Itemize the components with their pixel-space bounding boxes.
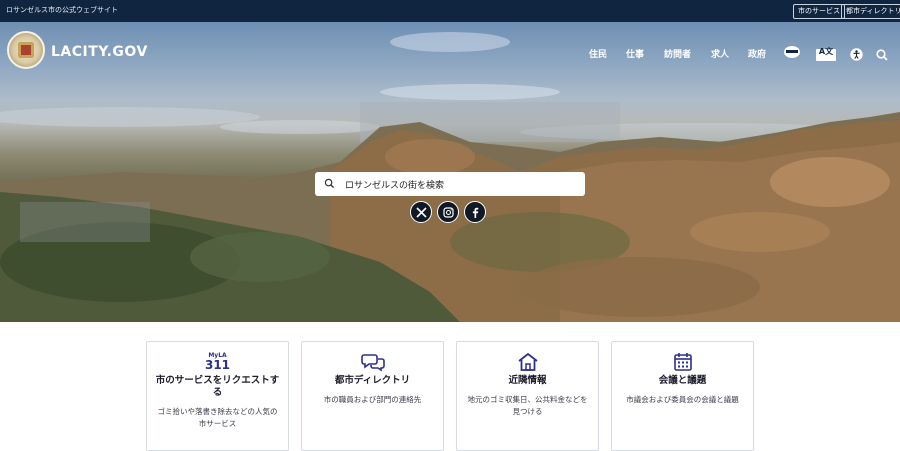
accessibility-icon[interactable] [850,46,863,65]
card-city-directory[interactable]: 都市ディレクトリ 市の職員および部門の連絡先 [301,341,444,451]
nav-visitors[interactable]: 訪問者 [664,47,691,60]
card-description: ゴミ拾いや落書き除去などの人気の市サービス [157,407,278,428]
city-seal-logo[interactable] [7,31,45,69]
instagram-icon[interactable] [437,201,459,223]
card-description: 市議会および委員会の会議と議題 [626,395,739,404]
nav-jobs[interactable]: 求人 [711,47,729,60]
myla311-bottom: 311 [204,358,231,372]
card-description: 地元のゴミ収集日、公共料金などを見つける [467,395,588,416]
city-services-button[interactable]: 市のサービス [793,4,845,19]
home-icon [457,352,598,374]
myla311-logo: MyLA 311 [147,352,288,374]
hero-banner: LACITY.GOV 住民 仕事 訪問者 求人 政府 A文 ロサンゼルスの街を検… [0,22,900,322]
translate-label: A文 [818,47,834,56]
chat-icon [302,352,443,374]
x-icon[interactable] [410,201,432,223]
nav-residents[interactable]: 住民 [589,47,607,60]
calendar-icon [612,352,753,374]
official-site-label: ロサンゼルス市の公式ウェブサイト [6,6,118,14]
card-title: 市のサービスをリクエストする [155,375,280,398]
card-neighborhood-info[interactable]: 近隣情報 地元のゴミ収集日、公共料金などを見つける [456,341,599,451]
site-name[interactable]: LACITY.GOV [51,44,148,60]
search-placeholder: ロサンゼルスの街を検索 [345,181,445,191]
search-icon[interactable] [876,46,888,65]
customer-service-icon[interactable] [783,44,801,64]
card-description: 市の職員および部門の連絡先 [323,395,422,404]
card-meetings-agendas[interactable]: 会議と議題 市議会および委員会の会議と議題 [611,341,754,451]
card-title: 近隣情報 [508,375,547,386]
nav-government[interactable]: 政府 [748,47,766,60]
search-field-icon [324,178,335,189]
card-service-request[interactable]: MyLA 311 市のサービスをリクエストする ゴミ拾いや落書き除去などの人気の… [146,341,289,451]
facebook-icon[interactable] [464,201,486,223]
card-title: 会議と議題 [658,375,707,386]
city-directory-button[interactable]: 都市ディレクトリ [841,4,900,19]
card-title: 都市ディレクトリ [334,375,411,386]
nav-business[interactable]: 仕事 [626,47,644,60]
top-utility-bar: ロサンゼルス市の公式ウェブサイト 市のサービス 都市ディレクトリ [0,0,900,22]
city-search-input[interactable]: ロサンゼルスの街を検索 [315,172,585,196]
